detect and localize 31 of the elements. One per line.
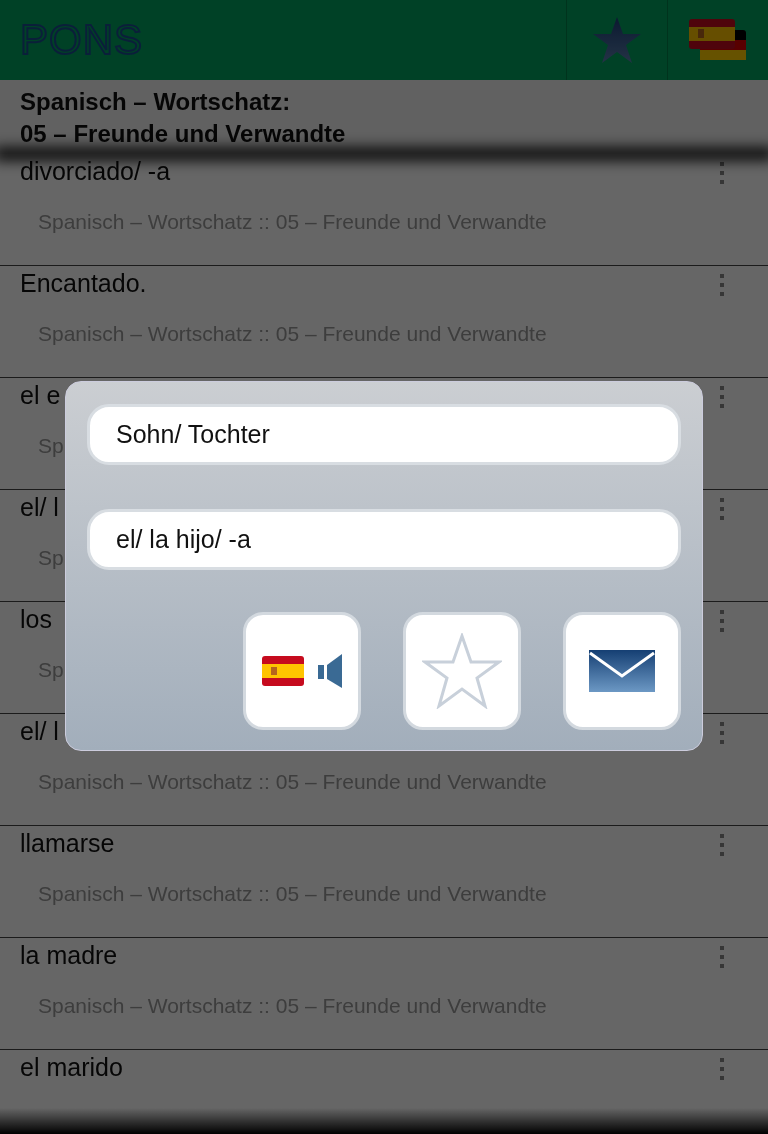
spain-flag-icon [262,656,304,686]
overflow-menu-icon[interactable] [720,498,724,520]
entry-term[interactable]: los [20,602,52,636]
star-icon[interactable] [592,16,642,64]
flags-icon[interactable] [688,18,748,62]
overflow-menu-icon[interactable] [720,834,724,856]
translation-field: Sohn/ Tochter [87,404,681,465]
star-outline-icon [422,633,502,709]
entry-term[interactable]: el e [20,378,61,412]
entry-term[interactable]: la madre [20,938,118,972]
entry-term[interactable]: el/ l [20,490,59,524]
favorite-button[interactable] [403,612,521,730]
entry-term[interactable]: el/ l [20,714,59,748]
overflow-menu-icon[interactable] [720,610,724,632]
pronunciation-button[interactable] [243,612,361,730]
entry-term[interactable]: llamarse [20,826,115,860]
overflow-menu-icon[interactable] [720,946,724,968]
overflow-menu-icon[interactable] [720,162,724,184]
category-title: Spanisch – Wortschatz: [20,87,292,117]
speaker-icon [318,654,342,688]
overflow-menu-icon[interactable] [720,722,724,744]
envelope-icon [589,650,655,692]
overflow-menu-icon[interactable] [720,1058,724,1080]
term-field: el/ la hijo/ -a [87,509,681,570]
overflow-menu-icon[interactable] [720,274,724,296]
entry-term[interactable]: el marido [20,1050,123,1084]
entry-term[interactable]: divorciado/ -a [20,154,171,188]
email-button[interactable] [563,612,681,730]
category-title: 05 – Freunde und Verwandte [20,119,347,149]
entry-term[interactable]: Encantado. [20,266,147,300]
overflow-menu-icon[interactable] [720,386,724,408]
